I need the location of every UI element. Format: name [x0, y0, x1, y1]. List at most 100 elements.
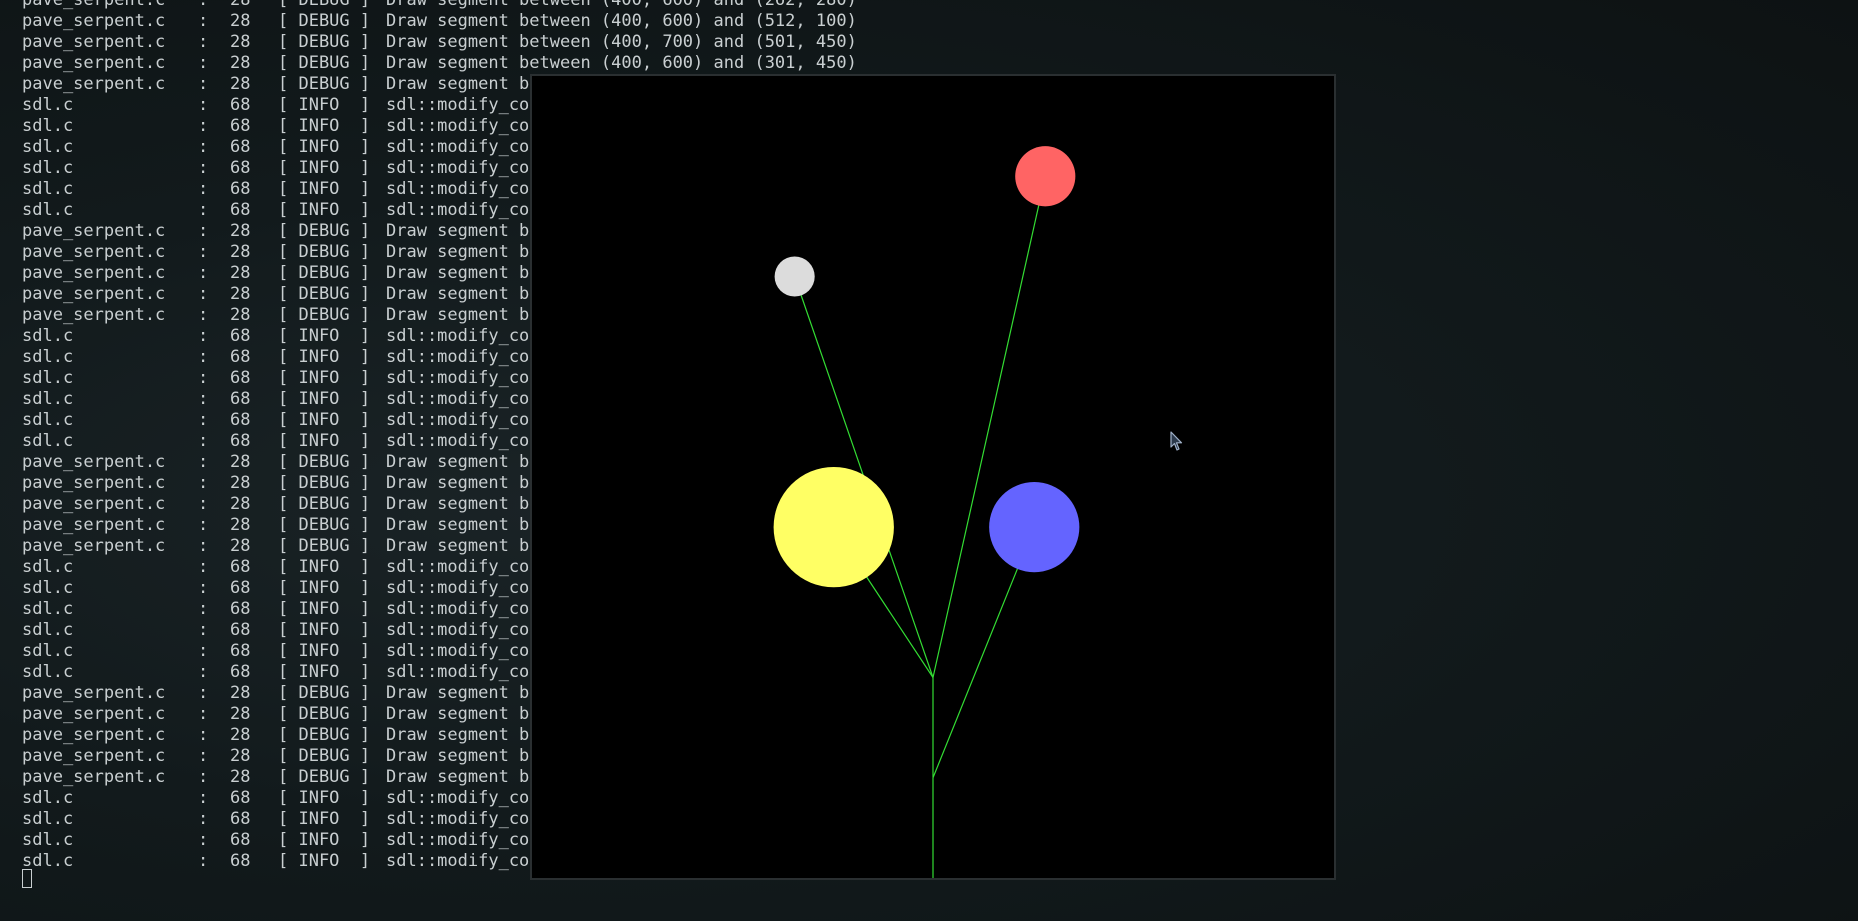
log-level: [ INFO ] [278, 389, 371, 409]
log-separator: : [198, 347, 209, 367]
log-line-number: 68 [230, 95, 251, 115]
log-file-name: pave_serpent.c [22, 536, 166, 556]
log-separator: : [198, 809, 209, 829]
log-line-number: 68 [230, 116, 251, 136]
log-file-name: pave_serpent.c [22, 494, 166, 514]
log-line-number: 68 [230, 662, 251, 682]
log-separator: : [198, 830, 209, 850]
log-line-number: 68 [230, 200, 251, 220]
log-level: [ DEBUG ] [278, 284, 371, 304]
log-separator: : [198, 95, 209, 115]
log-separator: : [198, 74, 209, 94]
log-line-number: 28 [230, 74, 251, 94]
log-file-name: sdl.c [22, 851, 74, 871]
log-separator: : [198, 851, 209, 871]
log-level: [ DEBUG ] [278, 242, 371, 262]
log-separator: : [198, 788, 209, 808]
log-separator: : [198, 221, 209, 241]
log-level: [ INFO ] [278, 809, 371, 829]
log-separator: : [198, 410, 209, 430]
log-level: [ DEBUG ] [278, 11, 371, 31]
log-separator: : [198, 620, 209, 640]
yellow-circle [773, 466, 894, 588]
log-file-name: sdl.c [22, 116, 74, 136]
log-line-number: 68 [230, 410, 251, 430]
log-file-name: pave_serpent.c [22, 683, 166, 703]
log-separator: : [198, 284, 209, 304]
log-separator: : [198, 704, 209, 724]
log-separator: : [198, 599, 209, 619]
log-file-name: pave_serpent.c [22, 32, 166, 52]
log-level: [ INFO ] [278, 431, 371, 451]
log-line-number: 28 [230, 0, 251, 10]
log-separator: : [198, 578, 209, 598]
log-separator: : [198, 11, 209, 31]
log-line-number: 68 [230, 620, 251, 640]
log-file-name: pave_serpent.c [22, 263, 166, 283]
log-level: [ DEBUG ] [278, 536, 371, 556]
sdl-render-window[interactable] [530, 74, 1336, 880]
log-file-name: pave_serpent.c [22, 284, 166, 304]
log-file-name: pave_serpent.c [22, 473, 166, 493]
log-separator: : [198, 641, 209, 661]
log-separator: : [198, 389, 209, 409]
log-level: [ DEBUG ] [278, 473, 371, 493]
log-separator: : [198, 158, 209, 178]
log-line-number: 68 [230, 368, 251, 388]
log-separator: : [198, 494, 209, 514]
log-line-number: 68 [230, 431, 251, 451]
log-level: [ INFO ] [278, 179, 371, 199]
log-line: pave_serpent.c: 28 [ DEBUG ] Draw segment b… [22, 11, 857, 32]
log-level: [ DEBUG ] [278, 725, 371, 745]
log-separator: : [198, 725, 209, 745]
log-level: [ INFO ] [278, 368, 371, 388]
log-level: [ INFO ] [278, 557, 371, 577]
log-line-number: 68 [230, 578, 251, 598]
log-level: [ INFO ] [278, 641, 371, 661]
log-separator: : [198, 683, 209, 703]
log-line-number: 28 [230, 305, 251, 325]
log-separator: : [198, 431, 209, 451]
log-separator: : [198, 557, 209, 577]
log-line-number: 28 [230, 515, 251, 535]
log-separator: : [198, 53, 209, 73]
log-level: [ DEBUG ] [278, 74, 371, 94]
log-level: [ DEBUG ] [278, 221, 371, 241]
log-level: [ INFO ] [278, 137, 371, 157]
log-line-number: 28 [230, 536, 251, 556]
log-file-name: sdl.c [22, 326, 74, 346]
log-line: pave_serpent.c: 28 [ DEBUG ] Draw segment b… [22, 53, 857, 74]
log-line-number: 68 [230, 557, 251, 577]
log-file-name: sdl.c [22, 578, 74, 598]
log-line-number: 28 [230, 452, 251, 472]
log-separator: : [198, 452, 209, 472]
log-file-name: sdl.c [22, 389, 74, 409]
log-level: [ DEBUG ] [278, 0, 371, 10]
log-separator: : [198, 200, 209, 220]
log-line: pave_serpent.c: 28 [ DEBUG ] Draw segment b… [22, 0, 857, 11]
white-circle [774, 256, 815, 297]
log-level: [ INFO ] [278, 347, 371, 367]
log-file-name: pave_serpent.c [22, 515, 166, 535]
log-line-number: 68 [230, 326, 251, 346]
log-line-number: 68 [230, 830, 251, 850]
log-file-name: sdl.c [22, 830, 74, 850]
log-file-name: sdl.c [22, 620, 74, 640]
log-message: Draw segment between (400, 700) and (501… [386, 32, 857, 52]
mouse-pointer-icon [1170, 431, 1184, 453]
log-file-name: sdl.c [22, 95, 74, 115]
log-message: Draw segment between (400, 600) and (512… [386, 11, 857, 31]
log-line-number: 28 [230, 221, 251, 241]
blue-circle [989, 482, 1080, 573]
log-message: Draw segment between (400, 600) and (301… [386, 53, 857, 73]
sdl-canvas[interactable] [532, 76, 1334, 878]
log-level: [ INFO ] [278, 830, 371, 850]
log-line-number: 28 [230, 53, 251, 73]
log-separator: : [198, 305, 209, 325]
log-file-name: pave_serpent.c [22, 11, 166, 31]
log-level: [ DEBUG ] [278, 767, 371, 787]
red-circle [1015, 146, 1076, 207]
log-file-name: pave_serpent.c [22, 305, 166, 325]
log-level: [ DEBUG ] [278, 53, 371, 73]
log-file-name: sdl.c [22, 200, 74, 220]
